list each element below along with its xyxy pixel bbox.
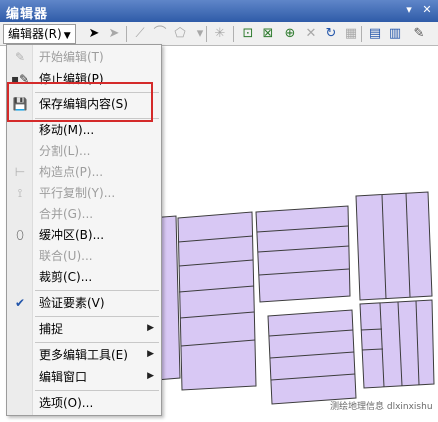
reshape-feature-icon[interactable]: ⊠ [259,25,277,43]
menu-item-label: 移动(M)... [39,123,95,137]
menu-item-clip[interactable]: 裁剪(C)... [7,267,161,287]
menu-item-label: 开始编辑(T) [39,50,104,64]
editor-menu-button[interactable]: 编辑器(R) ▼ [3,24,76,44]
toolbar-separator [361,26,362,42]
menu-item-label: 缓冲区(B)... [39,228,105,242]
straight-segment-icon[interactable]: ⟋ [131,25,149,43]
menu-separator [35,290,159,291]
point-icon[interactable]: ✳ [211,25,229,43]
menu-item-merge[interactable]: 合并(G)... [7,204,161,224]
parcel-polygon [355,191,433,301]
buffer-icon: ⬯ [16,228,24,242]
construct-points-icon: ⊢ [14,165,26,179]
menu-item-start-editing[interactable]: ✎ 开始编辑(T) [7,47,161,67]
menu-item-split[interactable]: 分割(L)... [7,141,161,161]
toolbar-separator [126,26,127,42]
editor-menu-label: 编辑器(R) [8,27,62,41]
toolbar-separator [206,26,207,42]
trace-icon[interactable]: ⬠ [171,25,189,43]
editor-toolbar: 编辑器(R) ▼ ➤ ➤ ⟋ ⌒ ⬠ ▾ ✳ ⊡ ⊠ ⊕ ✕ ↻ ▦ ▤ ▥ ✎ [0,22,438,46]
menu-item-buffer[interactable]: ⬯ 缓冲区(B)... [7,225,161,245]
menu-item-label: 平行复制(Y)... [39,186,116,200]
menu-item-label: 选项(O)... [39,396,94,410]
toolbar-title: 编辑器 [6,7,49,22]
create-features-icon[interactable]: ▥ [386,25,404,43]
menu-item-copy-parallel[interactable]: ⟟ 平行复制(Y)... [7,183,161,203]
edit-vertices-icon[interactable]: ⊡ [239,25,257,43]
menu-item-move[interactable]: 移动(M)... [7,120,161,140]
split-tool-icon[interactable]: ✕ [302,25,320,43]
parcel-polygon [359,299,435,389]
toolbar-separator [233,26,234,42]
highlight-box [7,82,153,122]
menu-item-label: 编辑窗口 [39,370,88,384]
edit-sketch-icon[interactable]: ✎ [410,25,428,43]
menu-separator [35,316,159,317]
pencil-icon: ✎ [14,50,26,64]
parcel-polygon [255,205,351,303]
rotate-icon[interactable]: ↻ [322,25,340,43]
attributes-icon[interactable]: ▤ [366,25,384,43]
editor-toolbar-titlebar: 编辑器 ▾ ✕ [0,0,438,22]
menu-item-label: 构造点(P)... [39,165,104,179]
validate-features-icon: ✔ [14,296,26,310]
menu-item-label: 裁剪(C)... [39,270,93,284]
chevron-down-icon: ▼ [63,31,71,41]
sketch-properties-icon[interactable]: ▦ [342,25,360,43]
copy-parallel-icon: ⟟ [17,186,23,200]
edit-tool-icon[interactable]: ➤ [85,25,103,43]
close-icon[interactable]: ✕ [420,3,434,17]
menu-item-options[interactable]: 选项(O)... [7,393,161,413]
cut-polygon-icon[interactable]: ⊕ [281,25,299,43]
menu-separator [35,342,159,343]
submenu-arrow-icon: ▶ [147,371,154,381]
submenu-arrow-icon: ▶ [147,323,154,333]
menu-separator [35,390,159,391]
menu-item-construct-points[interactable]: ⊢ 构造点(P)... [7,162,161,182]
menu-item-label: 验证要素(V) [39,296,105,310]
dropdown-arrow-icon[interactable]: ▾ [402,3,416,17]
menu-item-union[interactable]: 联合(U)... [7,246,161,266]
menu-item-editing-windows[interactable]: 编辑窗口 ▶ [7,367,161,387]
menu-item-label: 捕捉 [39,322,64,336]
watermark: 测绘地理信息 dlxinxishu [330,402,433,412]
menu-item-snapping[interactable]: 捕捉 ▶ [7,319,161,339]
menu-item-label: 更多编辑工具(E) [39,348,128,362]
edit-annotation-icon[interactable]: ➤ [105,25,123,43]
menu-item-more-editing-tools[interactable]: 更多编辑工具(E) ▶ [7,345,161,365]
menu-item-label: 分割(L)... [39,144,91,158]
menu-item-label: 联合(U)... [39,249,93,263]
menu-item-label: 合并(G)... [39,207,94,221]
arc-segment-icon[interactable]: ⌒ [151,25,169,43]
submenu-arrow-icon: ▶ [147,349,154,359]
menu-item-validate-features[interactable]: ✔ 验证要素(V) [7,293,161,313]
